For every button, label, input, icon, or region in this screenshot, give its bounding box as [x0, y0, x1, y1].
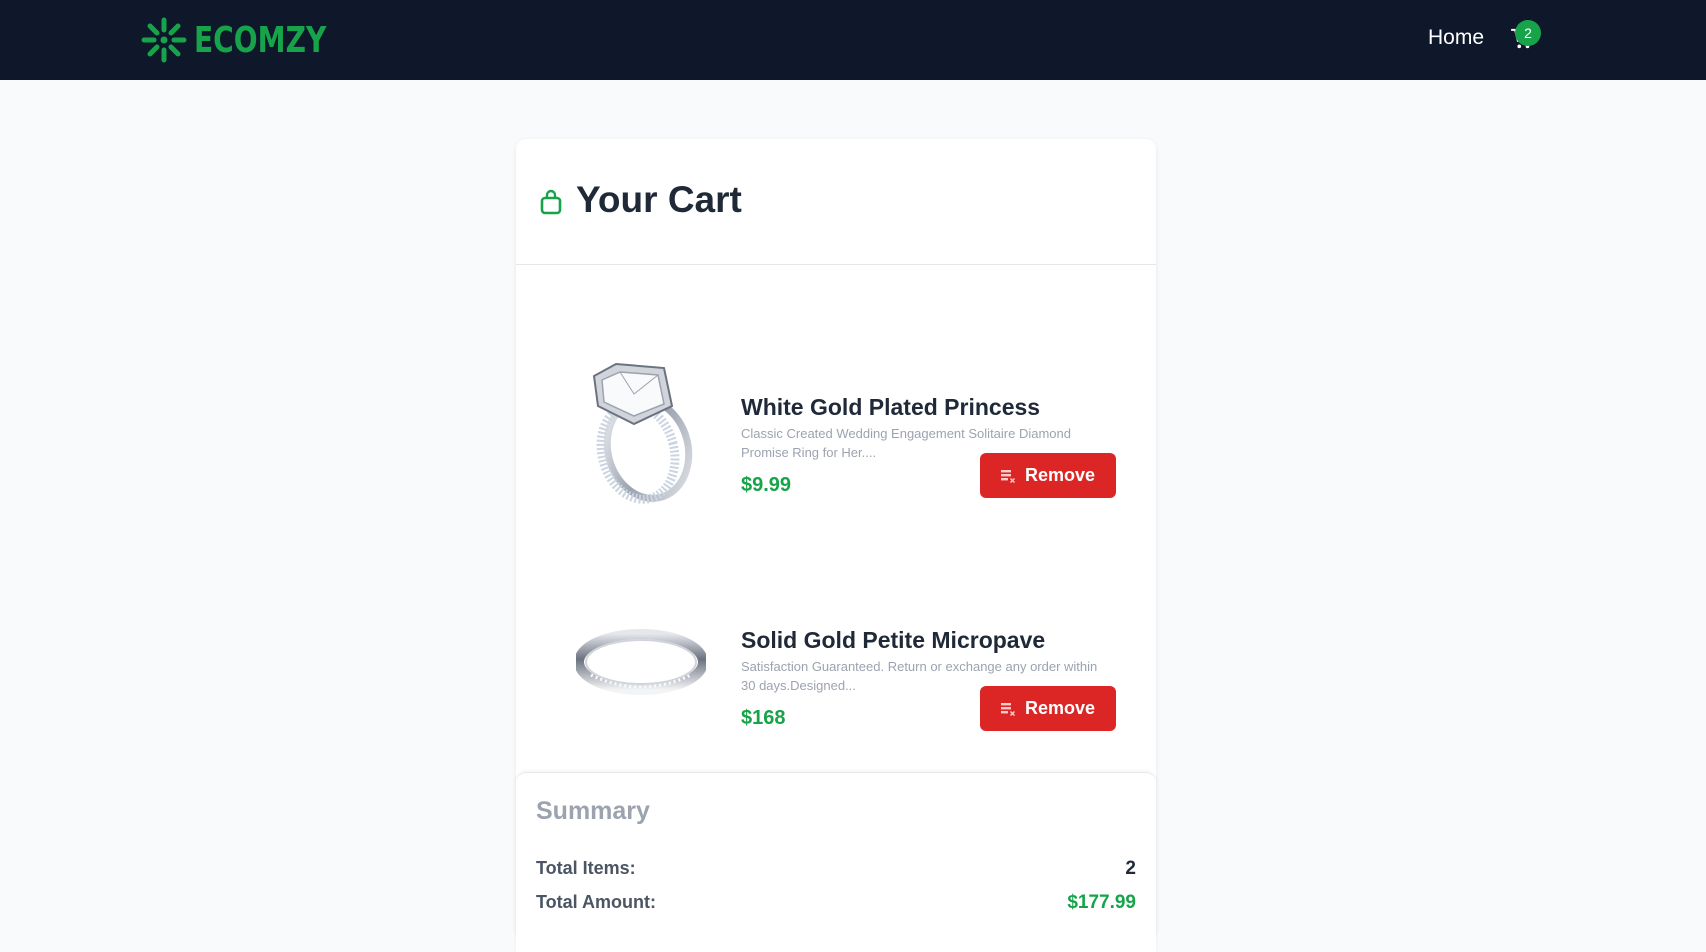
remove-button[interactable]: Remove	[980, 686, 1116, 731]
logo-text: ECOMZY	[194, 19, 327, 61]
cart-count-badge: 2	[1515, 20, 1541, 46]
band-ring-image	[576, 629, 706, 695]
order-summary: Summary Total Items: 2 Total Amount: $17…	[516, 772, 1156, 952]
summary-title: Summary	[536, 797, 650, 825]
engagement-ring-image	[592, 362, 693, 504]
page-title: Your Cart	[576, 179, 742, 220]
remove-button-label: Remove	[1024, 465, 1096, 485]
item-title[interactable]: Solid Gold Petite Micropave	[741, 627, 1045, 654]
remove-button-label: Remove	[1024, 698, 1096, 718]
remove-list-icon	[1000, 469, 1015, 483]
cart-header: Your Cart	[516, 139, 1156, 265]
logo[interactable]: ECOMZY	[140, 15, 364, 65]
cart-item: Solid Gold Petite Micropave Satisfaction…	[516, 572, 1156, 752]
shopping-bag-icon	[540, 189, 562, 215]
remove-button[interactable]: Remove	[980, 453, 1116, 498]
item-price: $168	[741, 707, 786, 729]
item-price: $9.99	[741, 474, 792, 496]
navbar: ECOMZY Home 2	[0, 0, 1706, 80]
sparkle-logo-icon	[141, 17, 187, 63]
total-amount-label: Total Amount:	[536, 892, 656, 912]
cart-card: Your Cart White Gold Plated Princess Cla…	[516, 139, 1156, 952]
nav-home-link[interactable]: Home	[1428, 26, 1484, 50]
cart-item: White Gold Plated Princess Classic Creat…	[516, 339, 1156, 519]
total-items-label: Total Items:	[536, 858, 636, 878]
item-title[interactable]: White Gold Plated Princess	[741, 394, 1040, 421]
total-items-value: 2	[1125, 858, 1136, 879]
remove-list-icon	[1000, 702, 1015, 716]
total-amount-value: $177.99	[1067, 892, 1136, 913]
